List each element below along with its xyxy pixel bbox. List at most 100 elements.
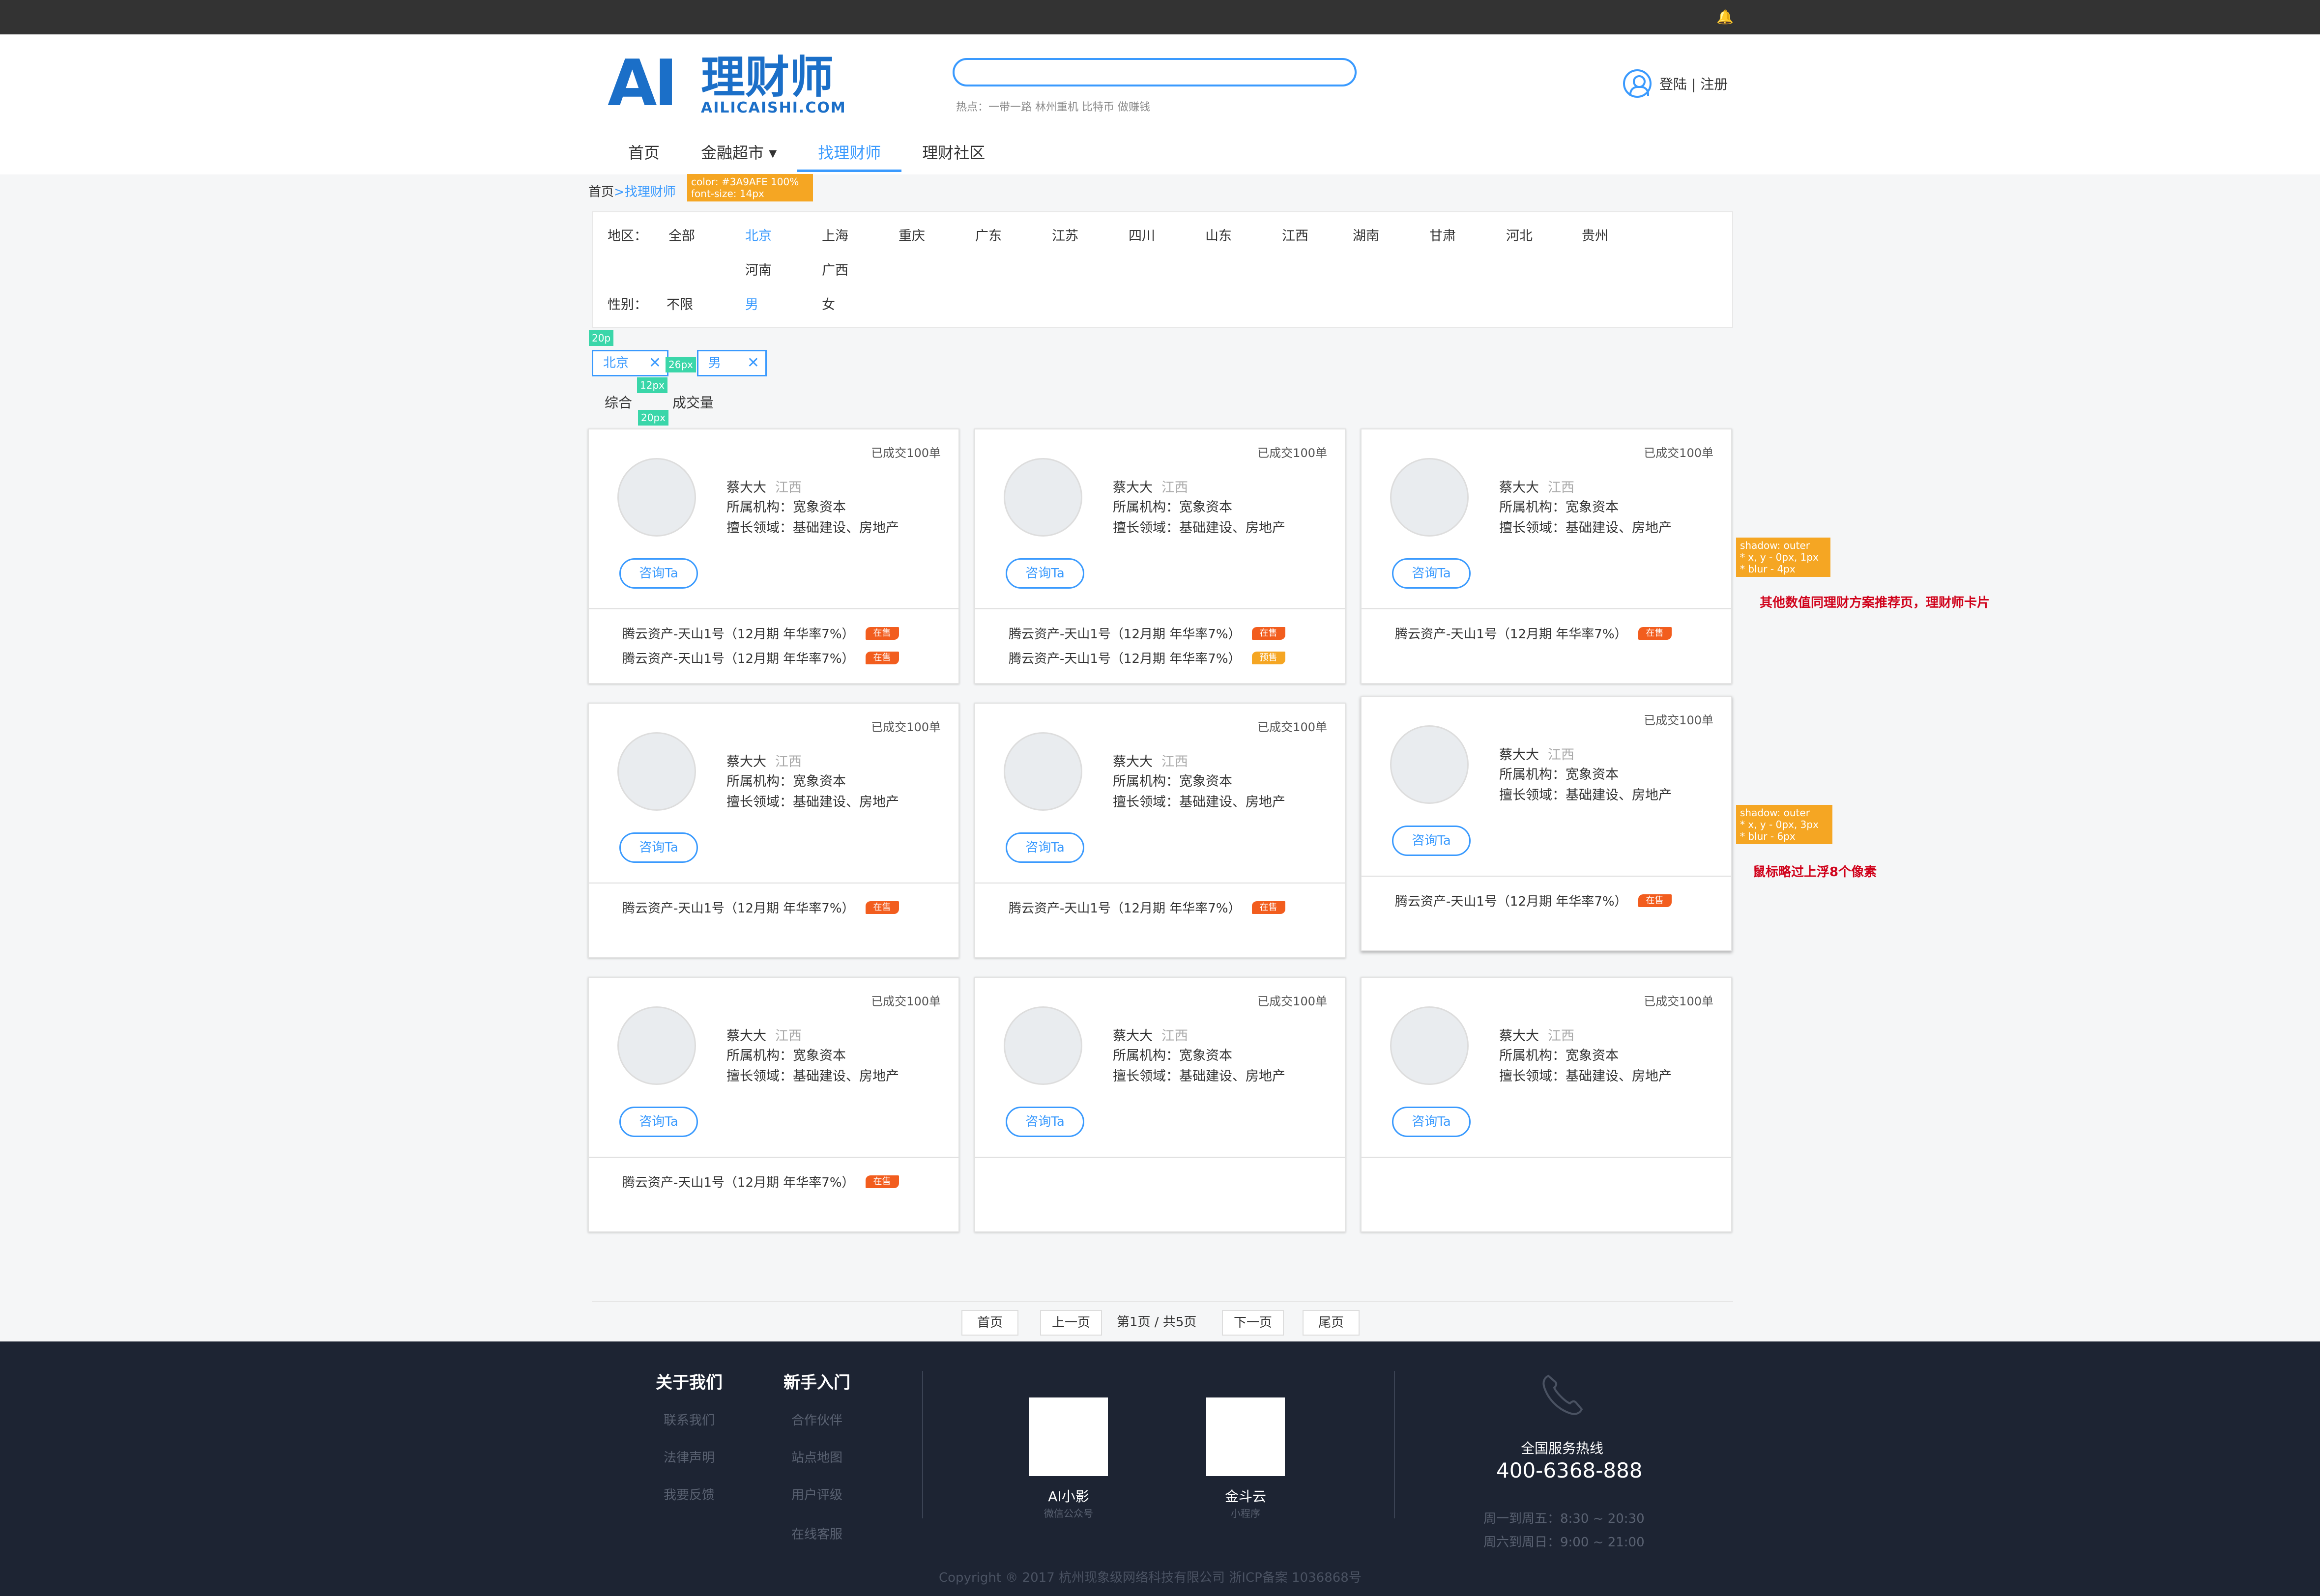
region-option[interactable]: 湖南 bbox=[1353, 225, 1379, 244]
annotation-gap: 20p bbox=[589, 330, 614, 346]
footer-link[interactable]: 站点地图 bbox=[791, 1448, 842, 1466]
advisor-card[interactable]: 已成交100单 蔡大大 江西 所属机构：宽象资本 擅长领域：基础建设、房地产 咨询… bbox=[1361, 428, 1732, 684]
avatar bbox=[617, 1006, 696, 1085]
consult-button[interactable]: 咨询Ta bbox=[1006, 558, 1084, 589]
product-item[interactable]: 腾云资产-天山1号（12月期 年华率7%） 在售 bbox=[1009, 624, 1285, 642]
nav-find-advisor[interactable]: 找理财师 bbox=[797, 133, 902, 172]
product-item[interactable]: 腾云资产-天山1号（12月期 年华率7%） 在售 bbox=[622, 898, 899, 916]
breadcrumb-home[interactable]: 首页 bbox=[588, 185, 614, 200]
region-option[interactable]: 北京 bbox=[745, 225, 772, 244]
consult-button[interactable]: 咨询Ta bbox=[1006, 832, 1084, 863]
advisor-card[interactable]: 已成交100单 蔡大大 江西 所属机构：宽象资本 擅长领域：基础建设、房地产 咨询… bbox=[974, 428, 1346, 684]
region-option[interactable]: 山东 bbox=[1205, 225, 1232, 244]
advisor-org: 所属机构：宽象资本 bbox=[1499, 767, 1619, 782]
page-first-button[interactable]: 首页 bbox=[961, 1310, 1018, 1336]
logo-en: AILICAISHI.COM bbox=[701, 99, 846, 116]
footer-col-beginner: 新手入门 bbox=[783, 1373, 850, 1393]
region-option[interactable]: 四川 bbox=[1129, 225, 1155, 244]
advisor-card[interactable]: 已成交100单 蔡大大 江西 所属机构：宽象资本 擅长领域：基础建设、房地产 咨询… bbox=[588, 977, 959, 1232]
advisor-card[interactable]: 已成交100单 蔡大大 江西 所属机构：宽象资本 擅长领域：基础建设、房地产 咨询… bbox=[588, 703, 959, 958]
consult-button[interactable]: 咨询Ta bbox=[1392, 1107, 1471, 1137]
bell-icon[interactable]: 🔔 bbox=[1716, 10, 1734, 25]
consult-button[interactable]: 咨询Ta bbox=[1392, 826, 1471, 856]
product-item[interactable]: 腾云资产-天山1号（12月期 年华率7%） 在售 bbox=[1009, 898, 1285, 916]
product-item[interactable]: 腾云资产-天山1号（12月期 年华率7%） 在售 bbox=[622, 649, 899, 667]
user-icon[interactable] bbox=[1623, 69, 1652, 98]
gender-option[interactable]: 不限 bbox=[667, 294, 693, 313]
consult-button[interactable]: 咨询Ta bbox=[1392, 558, 1471, 589]
advisor-card[interactable]: 已成交100单 蔡大大 江西 所属机构：宽象资本 擅长领域：基础建设、房地产 咨询… bbox=[974, 977, 1346, 1232]
footer-link[interactable]: 在线客服 bbox=[791, 1524, 842, 1542]
page-last-button[interactable]: 尾页 bbox=[1303, 1310, 1360, 1336]
page-next-button[interactable]: 下一页 bbox=[1222, 1310, 1284, 1336]
advisor-province: 江西 bbox=[1548, 747, 1574, 763]
nav-finance-market[interactable]: 金融超市 ▾ bbox=[680, 133, 797, 172]
region-option[interactable]: 贵州 bbox=[1582, 225, 1608, 244]
product-name: 腾云资产-天山1号（12月期 年华率7%） bbox=[1009, 652, 1241, 666]
product-item[interactable]: 腾云资产-天山1号（12月期 年华率7%） 在售 bbox=[622, 624, 899, 642]
product-item[interactable]: 腾云资产-天山1号（12月期 年华率7%） 在售 bbox=[1395, 624, 1672, 642]
product-name: 腾云资产-天山1号（12月期 年华率7%） bbox=[622, 627, 855, 642]
page-prev-button[interactable]: 上一页 bbox=[1040, 1310, 1102, 1336]
site-logo[interactable]: AI 理财师 AILICAISHI.COM bbox=[608, 51, 846, 116]
hotline-number[interactable]: 400-6368-888 bbox=[1496, 1458, 1643, 1482]
hotline-label: 全国服务热线 bbox=[1521, 1440, 1604, 1456]
advisor-name: 蔡大大 bbox=[1113, 1028, 1153, 1044]
region-option[interactable]: 广西 bbox=[822, 259, 848, 279]
close-icon[interactable]: ✕ bbox=[747, 351, 759, 375]
card-divider bbox=[1362, 876, 1731, 877]
region-option[interactable]: 江苏 bbox=[1052, 225, 1078, 244]
login-register-link[interactable]: 登陆 | 注册 bbox=[1659, 74, 1728, 93]
user-area[interactable]: 登陆 | 注册 bbox=[1623, 69, 1728, 98]
nav-community[interactable]: 理财社区 bbox=[901, 133, 1006, 172]
footer-link[interactable]: 我要反馈 bbox=[664, 1485, 715, 1503]
advisor-org: 所属机构：宽象资本 bbox=[726, 1048, 846, 1063]
nav-home[interactable]: 首页 bbox=[608, 133, 680, 172]
advisor-card[interactable]: 已成交100单 蔡大大 江西 所属机构：宽象资本 擅长领域：基础建设、房地产 咨询… bbox=[974, 703, 1346, 958]
product-name: 腾云资产-天山1号（12月期 年华率7%） bbox=[1009, 627, 1241, 642]
deals-done: 已成交100单 bbox=[1257, 446, 1327, 460]
advisor-card[interactable]: 已成交100单 蔡大大 江西 所属机构：宽象资本 擅长领域：基础建设、房地产 咨询… bbox=[588, 428, 959, 684]
search-input[interactable] bbox=[953, 58, 1357, 86]
region-option[interactable]: 全部 bbox=[668, 225, 695, 244]
advisor-name: 蔡大大 bbox=[726, 480, 766, 495]
consult-button[interactable]: 咨询Ta bbox=[619, 558, 698, 589]
advisor-province: 江西 bbox=[1161, 480, 1188, 495]
qr-sub: 微信公众号 bbox=[1044, 1508, 1093, 1519]
consult-button[interactable]: 咨询Ta bbox=[619, 832, 698, 863]
logo-cn: 理财师 bbox=[701, 52, 834, 103]
region-option[interactable]: 河南 bbox=[745, 259, 772, 279]
region-option[interactable]: 广东 bbox=[975, 225, 1002, 244]
annotation-line: * x, y - 0px, 1px bbox=[1740, 551, 1819, 563]
advisor-name-line: 蔡大大 江西 bbox=[726, 477, 802, 496]
annotation-gap: 12px bbox=[637, 377, 667, 393]
status-badge: 在售 bbox=[1251, 627, 1285, 640]
main-nav: 首页 金融超市 ▾ 找理财师 理财社区 bbox=[608, 133, 1006, 172]
region-option[interactable]: 上海 bbox=[822, 225, 848, 244]
footer-link[interactable]: 用户评级 bbox=[791, 1485, 842, 1503]
gender-option[interactable]: 男 bbox=[745, 294, 758, 313]
consult-button[interactable]: 咨询Ta bbox=[1006, 1107, 1084, 1137]
sort-volume[interactable]: 成交量 bbox=[672, 392, 714, 412]
card-divider bbox=[589, 883, 958, 884]
footer-link[interactable]: 联系我们 bbox=[664, 1410, 715, 1428]
region-option[interactable]: 河北 bbox=[1506, 225, 1533, 244]
footer-link[interactable]: 法律声明 bbox=[664, 1448, 715, 1466]
footer-link[interactable]: 合作伙伴 bbox=[791, 1410, 842, 1428]
sort-comprehensive[interactable]: 综合 bbox=[605, 392, 632, 412]
hot-keywords[interactable]: 热点：一带一路 林州重机 比特币 做赚钱 bbox=[956, 98, 1150, 114]
selected-tag-gender[interactable]: 男 ✕ bbox=[697, 350, 767, 376]
gender-option[interactable]: 女 bbox=[822, 294, 835, 313]
product-item[interactable]: 腾云资产-天山1号（12月期 年华率7%） 在售 bbox=[1395, 891, 1672, 910]
selected-tag-region[interactable]: 北京 ✕ bbox=[592, 350, 668, 376]
product-item[interactable]: 腾云资产-天山1号（12月期 年华率7%） 在售 bbox=[622, 1172, 899, 1191]
region-option[interactable]: 江西 bbox=[1282, 225, 1308, 244]
advisor-card-hover[interactable]: 已成交100单 蔡大大 江西 所属机构：宽象资本 擅长领域：基础建设、房地产 咨询… bbox=[1361, 696, 1732, 951]
close-icon[interactable]: ✕ bbox=[649, 351, 661, 375]
region-option[interactable]: 重庆 bbox=[899, 225, 925, 244]
region-option[interactable]: 甘肃 bbox=[1429, 225, 1456, 244]
product-item[interactable]: 腾云资产-天山1号（12月期 年华率7%） 预售 bbox=[1009, 649, 1285, 667]
advisor-name: 蔡大大 bbox=[1499, 747, 1539, 763]
consult-button[interactable]: 咨询Ta bbox=[619, 1107, 698, 1137]
advisor-card[interactable]: 已成交100单 蔡大大 江西 所属机构：宽象资本 擅长领域：基础建设、房地产 咨询… bbox=[1361, 977, 1732, 1232]
